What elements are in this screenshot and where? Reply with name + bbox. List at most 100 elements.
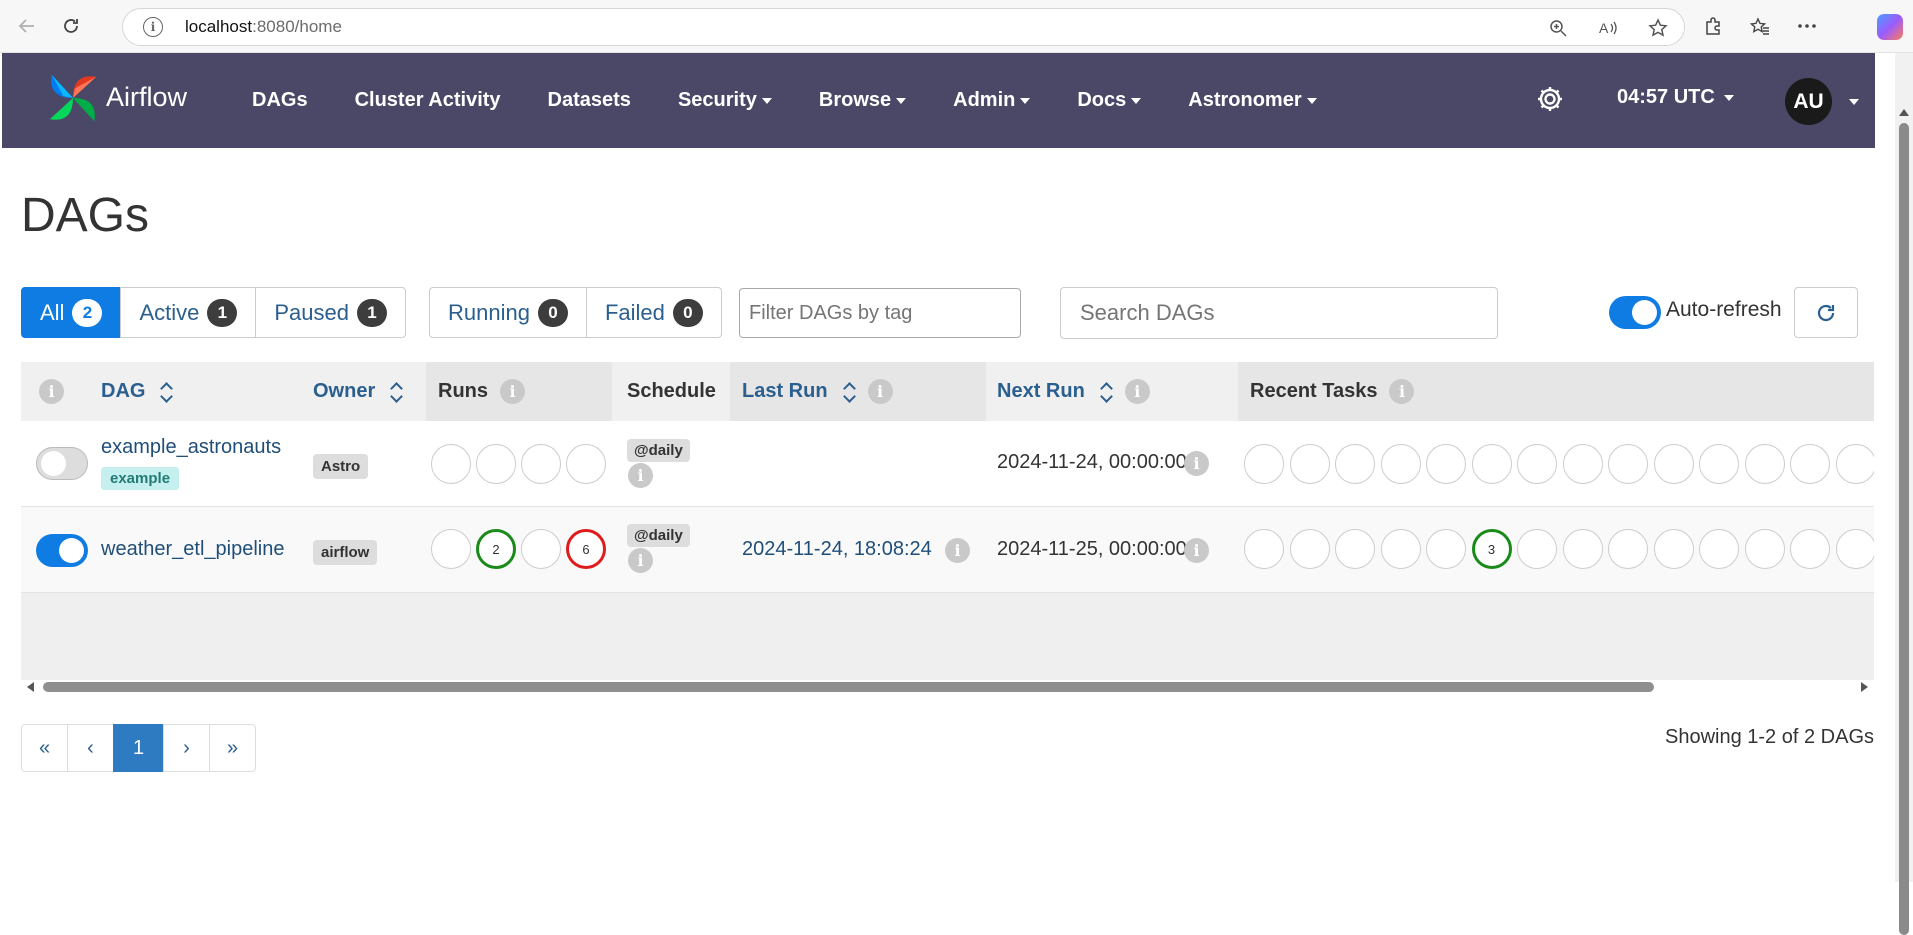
- header-dag[interactable]: DAG: [101, 362, 173, 421]
- dag-link[interactable]: example_astronauts: [101, 436, 281, 459]
- scroll-left-arrow-icon[interactable]: [27, 682, 34, 692]
- sort-icon[interactable]: [159, 380, 173, 404]
- scroll-right-arrow-icon[interactable]: [1861, 682, 1868, 692]
- task-state-circle[interactable]: [1380, 529, 1421, 569]
- header-owner[interactable]: Owner: [313, 362, 403, 421]
- task-state-circle[interactable]: [1562, 444, 1603, 484]
- filter-paused-button[interactable]: Paused 1: [255, 287, 406, 338]
- header-next-run[interactable]: Next Run i: [997, 362, 1150, 421]
- next-page-button[interactable]: ›: [163, 724, 210, 772]
- task-state-circle[interactable]: [1471, 444, 1512, 484]
- task-state-circle[interactable]: [1608, 529, 1648, 569]
- run-failed-circle[interactable]: 6: [566, 529, 606, 569]
- info-icon[interactable]: i: [1124, 379, 1150, 404]
- info-icon[interactable]: i: [945, 538, 970, 563]
- reload-icon[interactable]: [58, 13, 84, 39]
- read-aloud-icon[interactable]: A: [1596, 16, 1620, 40]
- time-display[interactable]: 04:57 UTC: [1617, 86, 1734, 109]
- sort-icon[interactable]: [389, 380, 403, 404]
- gear-icon[interactable]: [1535, 84, 1565, 114]
- info-icon[interactable]: i: [1389, 379, 1415, 404]
- prev-page-button[interactable]: ‹: [67, 724, 114, 772]
- sort-icon[interactable]: [842, 380, 856, 404]
- filter-active-button[interactable]: Active 1: [120, 287, 257, 338]
- nav-cluster-activity[interactable]: Cluster Activity: [355, 89, 501, 112]
- filter-failed-button[interactable]: Failed 0: [585, 287, 722, 338]
- task-state-circle[interactable]: [1835, 444, 1874, 484]
- task-state-circle[interactable]: [1289, 529, 1330, 569]
- task-success-circle[interactable]: 3: [1471, 529, 1512, 569]
- sort-icon[interactable]: [1099, 380, 1113, 404]
- info-icon[interactable]: i: [1184, 451, 1209, 476]
- airflow-logo-icon[interactable]: [44, 69, 102, 127]
- brand-name[interactable]: Airflow: [106, 82, 187, 113]
- task-state-circle[interactable]: [1426, 444, 1466, 484]
- info-icon[interactable]: i: [500, 379, 525, 404]
- favorites-icon[interactable]: [1747, 13, 1773, 39]
- horizontal-scrollbar-thumb[interactable]: [43, 682, 1654, 692]
- filter-running-button[interactable]: Running 0: [429, 287, 587, 338]
- task-state-circle[interactable]: [1699, 529, 1739, 569]
- nav-astronomer[interactable]: Astronomer: [1188, 89, 1317, 112]
- scroll-up-arrow-icon[interactable]: [1899, 109, 1909, 116]
- tag-filter-input[interactable]: [739, 288, 1021, 338]
- last-page-button[interactable]: »: [209, 724, 256, 772]
- address-bar[interactable]: i localhost:8080/home A: [122, 8, 1685, 46]
- user-avatar[interactable]: AU: [1785, 78, 1832, 125]
- filter-all-button[interactable]: All 2: [21, 287, 122, 338]
- zoom-icon[interactable]: [1546, 16, 1570, 40]
- copilot-icon[interactable]: [1877, 14, 1903, 40]
- task-state-circle[interactable]: [1835, 529, 1874, 569]
- dag-tag[interactable]: example: [101, 467, 180, 490]
- task-state-circle[interactable]: [1380, 444, 1421, 484]
- task-state-circle[interactable]: [1653, 444, 1694, 484]
- run-state-circle[interactable]: [566, 444, 606, 484]
- task-state-circle[interactable]: [1335, 444, 1375, 484]
- task-state-circle[interactable]: [1653, 529, 1694, 569]
- table-horizontal-scrollbar[interactable]: [21, 680, 1874, 694]
- nav-docs[interactable]: Docs: [1077, 89, 1142, 112]
- run-state-circle[interactable]: [431, 529, 471, 569]
- task-state-circle[interactable]: [1790, 444, 1830, 484]
- favorite-star-icon[interactable]: [1646, 16, 1670, 40]
- info-icon[interactable]: i: [867, 379, 893, 404]
- owner-badge[interactable]: Astro: [313, 454, 369, 479]
- task-state-circle[interactable]: [1608, 444, 1648, 484]
- last-run-link[interactable]: 2024-11-24, 18:08:24: [742, 538, 932, 561]
- page-1-button[interactable]: 1: [113, 724, 164, 772]
- back-arrow-icon[interactable]: [14, 13, 40, 39]
- task-state-circle[interactable]: [1699, 444, 1739, 484]
- task-state-circle[interactable]: [1562, 529, 1603, 569]
- user-menu-chevron-icon[interactable]: [1849, 99, 1859, 105]
- site-info-icon[interactable]: i: [143, 17, 163, 37]
- task-state-circle[interactable]: [1335, 529, 1375, 569]
- task-state-circle[interactable]: [1517, 444, 1557, 484]
- more-options-icon[interactable]: [1794, 13, 1820, 39]
- nav-browse[interactable]: Browse: [819, 89, 907, 112]
- info-icon[interactable]: i: [628, 548, 653, 573]
- run-state-circle[interactable]: [521, 529, 561, 569]
- nav-admin[interactable]: Admin: [953, 89, 1031, 112]
- nav-datasets[interactable]: Datasets: [548, 89, 631, 112]
- schedule-badge[interactable]: @daily: [627, 524, 690, 547]
- task-state-circle[interactable]: [1426, 529, 1466, 569]
- nav-security[interactable]: Security: [678, 89, 772, 112]
- info-icon[interactable]: i: [628, 463, 653, 488]
- first-page-button[interactable]: «: [21, 724, 68, 772]
- dag-link[interactable]: weather_etl_pipeline: [101, 538, 284, 561]
- header-last-run[interactable]: Last Run i: [730, 362, 986, 421]
- info-icon[interactable]: i: [39, 379, 64, 404]
- run-state-circle[interactable]: [431, 444, 471, 484]
- run-state-circle[interactable]: [521, 444, 561, 484]
- task-state-circle[interactable]: [1517, 529, 1557, 569]
- search-dags-input[interactable]: [1060, 287, 1498, 339]
- nav-dags[interactable]: DAGs: [252, 89, 308, 112]
- refresh-button[interactable]: [1794, 287, 1858, 338]
- owner-badge[interactable]: airflow: [313, 540, 378, 565]
- task-state-circle[interactable]: [1790, 529, 1830, 569]
- task-state-circle[interactable]: [1244, 529, 1284, 569]
- pause-toggle[interactable]: [36, 534, 88, 567]
- pause-toggle[interactable]: [36, 447, 88, 480]
- run-state-circle[interactable]: [476, 444, 516, 484]
- task-state-circle[interactable]: [1744, 529, 1785, 569]
